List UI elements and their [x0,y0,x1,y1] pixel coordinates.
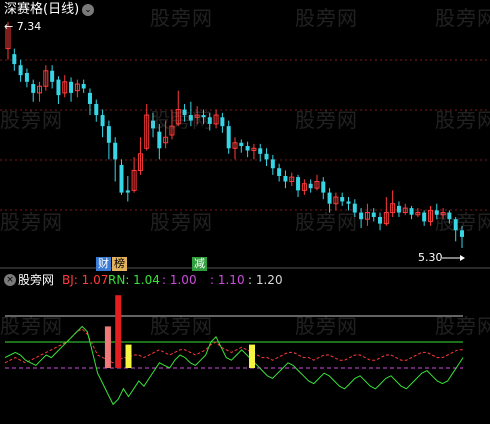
candle-body-down [182,109,187,116]
candle-body-down [157,131,162,149]
badge-jian[interactable]: 减 [192,257,207,271]
candle-body-down [453,219,458,231]
candlestick-series [5,22,464,248]
chevron-down-icon[interactable]: ⌄ [82,4,94,16]
badge-cai[interactable]: 财 [96,257,111,271]
candle-body-down [270,159,275,169]
indicator-rn-label: RN: 1.04 [108,273,160,287]
candle-body-down [378,216,383,224]
stock-chart-window: 股旁网 股旁网 股旁网 股旁网 股旁网 股旁网 股旁网 股旁网 股旁网 股旁网 … [0,0,490,424]
candle-body-down [327,192,332,204]
candle-body-down [283,175,288,182]
signal-bar [104,326,111,368]
candle-body-down [106,126,111,143]
candle-body-down [18,65,23,76]
candle-body-down [226,126,231,149]
candle-body-down [308,183,313,189]
candle-body-down [220,117,225,127]
candle-body-down [50,70,55,82]
candle-body-down [94,103,99,116]
low-price-value: 5.30 [418,251,443,264]
candle-body-down [296,177,301,191]
candle-body-down [24,72,29,82]
candle-body-down [245,146,250,151]
arrow-left-icon: ← [4,20,14,33]
candle-body-down [340,197,345,202]
signal-bar [125,344,132,368]
high-price-label: ← 7.34 [4,20,41,34]
indicator-ref-120-label: : 1.20 [248,273,283,287]
candle-body-down [69,81,74,93]
candle-body-down [460,230,464,237]
candle-body-down [447,212,452,220]
candle-body-down [119,164,124,193]
indicator-bj-label: BJ: 1.07 [62,273,109,287]
signal-bar [249,344,256,368]
indicator-ref-110-label: : 1.10 [210,273,245,287]
candle-body-down [359,212,364,220]
chart-canvas[interactable] [0,0,490,424]
high-price-value: 7.34 [16,20,42,33]
candle-body-down [125,190,130,193]
signal-bar [115,295,122,368]
candle-body-down [87,92,92,104]
rn-series-line [4,325,464,406]
candle-body-down [264,153,269,160]
indicator-ref-100-label: : 1.00 [162,273,197,287]
candle-body-down [371,212,376,217]
candle-body-down [12,54,17,65]
candle-body-down [352,203,357,213]
candle-body-down [56,79,61,96]
candle-body-down [239,142,244,147]
candle-body-down [100,115,105,127]
candle-body-down [31,84,36,93]
candle-body-down [321,181,326,193]
close-icon[interactable]: × [4,274,16,286]
candle-body-down [81,84,86,89]
candle-body-down [346,201,351,204]
price-grid [0,59,490,211]
candle-body-down [207,117,212,124]
candle-body-down [396,205,401,213]
candle-body-down [409,208,414,215]
candle-body-down [434,210,439,215]
badge-bang[interactable]: 榜 [112,257,127,271]
candle-body-down [151,120,156,129]
candle-body-down [277,168,282,176]
indicator-bars [104,295,256,368]
candle-body-down [258,148,263,154]
low-arrow-head [460,255,465,261]
candle-body-down [113,142,118,160]
candle-body-down [422,212,427,222]
candle-body-down [188,115,193,121]
candle-body-down [201,115,206,118]
chart-title[interactable]: 深赛格(日线) [4,3,79,17]
indicator-name[interactable]: 股旁网 [18,273,54,287]
indicator-lines [4,315,464,406]
